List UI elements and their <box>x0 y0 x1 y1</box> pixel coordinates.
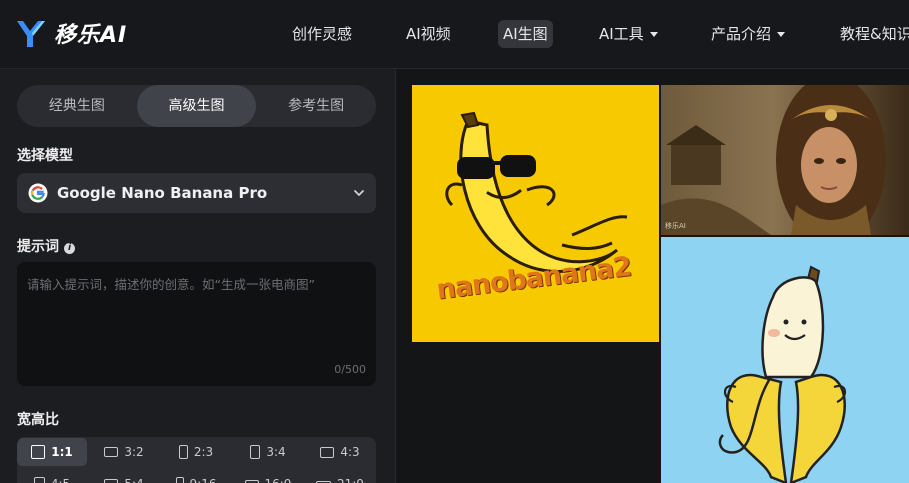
ratio-option-3-2[interactable]: 3:2 <box>89 438 159 466</box>
portrait-ratio-icon <box>250 445 261 459</box>
tab-classic-generation[interactable]: 经典生图 <box>17 85 137 127</box>
example-gallery: nanobanana2 移乐AI <box>397 69 909 483</box>
model-select[interactable]: Google Nano Banana Pro <box>17 173 376 213</box>
image-watermark: 移乐AI <box>665 222 686 230</box>
ratio-option-9-16[interactable]: 9:16 <box>161 470 231 483</box>
generation-settings-panel: 经典生图 高级生图 参考生图 选择模型 Google Nano Banana P… <box>0 69 396 483</box>
ratio-option-3-4[interactable]: 3:4 <box>233 438 303 466</box>
nav-item-ai-image[interactable]: AI生图 <box>498 20 553 48</box>
portrait-ratio-icon <box>175 477 184 483</box>
fantasy-portrait-photo <box>661 85 909 235</box>
google-icon <box>28 183 48 203</box>
prompt-input[interactable] <box>17 262 376 362</box>
portrait-ratio-icon <box>178 445 188 459</box>
tab-reference-generation[interactable]: 参考生图 <box>256 85 376 127</box>
prompt-section-label: 提示词 i <box>17 236 75 256</box>
ratio-option-2-3[interactable]: 2:3 <box>161 438 231 466</box>
aspect-ratio-options: 1:1 3:2 2:3 3:4 4:3 4:5 5:4 9:16 16:9 21… <box>17 437 376 483</box>
caret-down-icon <box>777 32 786 37</box>
chevron-down-icon <box>354 190 364 196</box>
tab-advanced-generation[interactable]: 高级生图 <box>136 85 257 127</box>
y-swoosh-logo-icon <box>17 21 45 47</box>
top-navigation-bar: 移乐AI 创作灵感 AI视频 AI生图 AI工具 产品介绍 教程&知识 <box>0 0 909 69</box>
ratio-option-4-3[interactable]: 4:3 <box>305 438 375 466</box>
ratio-option-1-1[interactable]: 1:1 <box>17 438 87 466</box>
info-icon[interactable]: i <box>64 243 75 254</box>
prompt-char-counter: 0/500 <box>334 363 366 376</box>
gallery-image-peeled-banana[interactable] <box>661 237 909 483</box>
model-section-label: 选择模型 <box>17 148 73 164</box>
brand-name: 移乐AI <box>54 23 128 48</box>
nav-item-product-intro[interactable]: 产品介绍 <box>711 20 786 48</box>
square-ratio-icon <box>31 445 46 459</box>
landscape-ratio-icon <box>320 446 335 458</box>
model-select-value: Google Nano Banana Pro <box>57 184 268 202</box>
ratio-option-16-9[interactable]: 16:9 <box>233 470 303 483</box>
ratio-option-4-5[interactable]: 4:5 <box>17 470 87 483</box>
prompt-box: 0/500 <box>17 262 376 386</box>
gallery-image-fantasy-portrait[interactable]: 移乐AI <box>661 85 909 235</box>
generation-mode-tabs: 经典生图 高级生图 参考生图 <box>17 85 376 127</box>
brand-logo[interactable]: 移乐AI <box>14 16 127 50</box>
nav-item-inspiration[interactable]: 创作灵感 <box>292 20 352 48</box>
ratio-option-21-9[interactable]: 21:9 <box>305 470 375 483</box>
peeled-banana-illustration <box>661 237 909 483</box>
aspect-ratio-section-label: 宽高比 <box>17 412 59 428</box>
ratio-option-5-4[interactable]: 5:4 <box>89 470 159 483</box>
nav-item-tutorials[interactable]: 教程&知识 <box>840 20 909 48</box>
landscape-ratio-icon <box>104 478 119 483</box>
portrait-ratio-icon <box>33 477 45 483</box>
nav-item-ai-tools[interactable]: AI工具 <box>599 20 658 48</box>
gallery-image-banana-sunglasses[interactable]: nanobanana2 <box>412 85 659 342</box>
nav-item-ai-video[interactable]: AI视频 <box>406 20 451 48</box>
landscape-ratio-icon <box>104 447 119 457</box>
caret-down-icon <box>649 32 658 37</box>
